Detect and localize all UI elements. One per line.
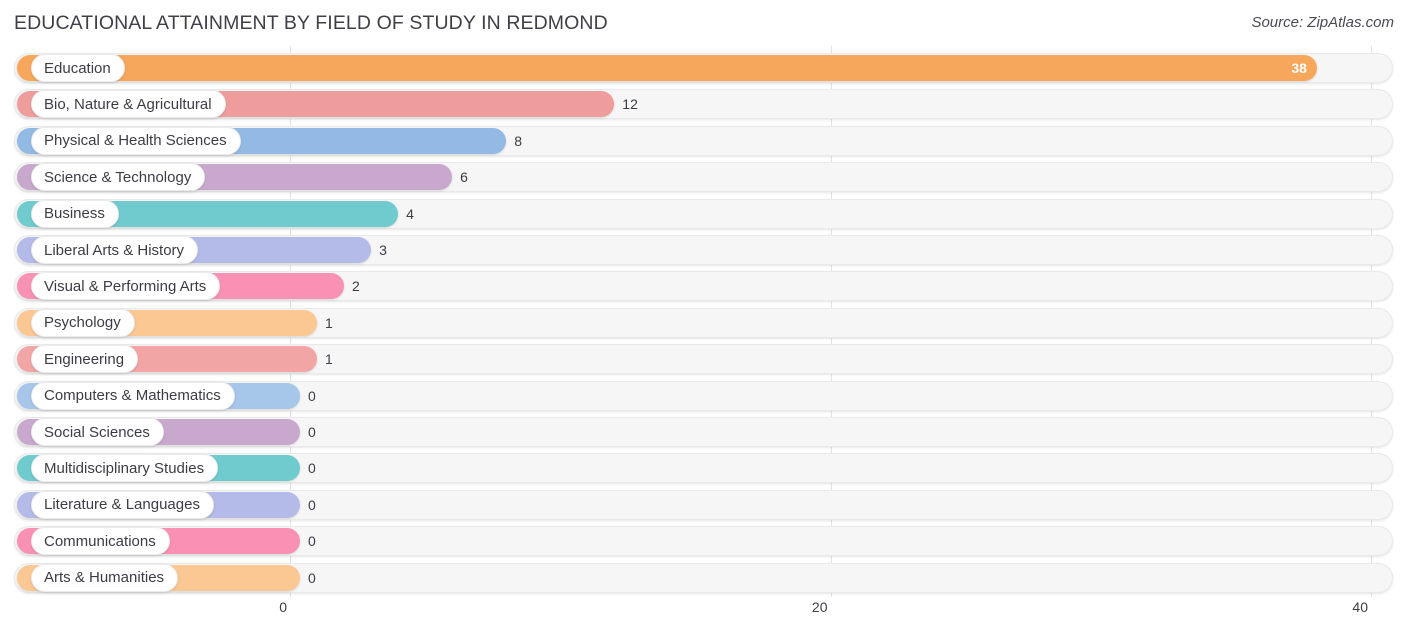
bar-row[interactable]: Arts & Humanities 0 bbox=[14, 562, 1393, 593]
bar-row[interactable]: Social Sciences 0 bbox=[14, 417, 1393, 447]
chart-plot-area: Education 38 Bio, Nature & Agricultural 12 P… bbox=[0, 46, 1406, 597]
category-label-text: Education bbox=[44, 59, 111, 77]
source-attribution: Source: ZipAtlas.com bbox=[1251, 14, 1394, 31]
bar-category-label: Bio, Nature & Agricultural bbox=[31, 90, 226, 119]
category-label-text: Computers & Mathematics bbox=[44, 387, 221, 405]
bar-row[interactable]: Business 4 bbox=[14, 198, 1393, 229]
bar-row[interactable]: Visual & Performing Arts 2 bbox=[14, 271, 1393, 302]
category-label-text: Business bbox=[44, 205, 105, 223]
bar-value-label: 1 bbox=[325, 314, 333, 331]
bar-value-label: 4 bbox=[406, 205, 414, 222]
bar-category-label: Computers & Mathematics bbox=[31, 381, 235, 410]
bar-row[interactable]: Physical & Health Sciences 8 bbox=[14, 125, 1393, 156]
category-label-text: Psychology bbox=[44, 314, 121, 332]
bar-value-label: 6 bbox=[460, 169, 468, 186]
bar-value-label: 3 bbox=[379, 242, 387, 258]
bar-category-label: Physical & Health Sciences bbox=[31, 126, 241, 155]
bar-category-label: Multidisciplinary Studies bbox=[31, 454, 219, 483]
x-tick-label: 0 bbox=[279, 599, 287, 615]
bar-row[interactable]: Bio, Nature & Agricultural 12 bbox=[14, 89, 1393, 120]
bar-row[interactable]: Engineering 1 bbox=[14, 344, 1393, 375]
category-label-text: Liberal Arts & History bbox=[44, 241, 185, 259]
chart-header: EDUCATIONAL ATTAINMENT BY FIELD OF STUDY… bbox=[0, 0, 1406, 46]
bar-category-label: Communications bbox=[31, 527, 170, 556]
bar-category-label: Psychology bbox=[31, 308, 135, 337]
bar[interactable] bbox=[17, 55, 1317, 81]
bar-row[interactable]: Psychology 1 bbox=[14, 307, 1393, 338]
category-label-text: Literature & Languages bbox=[44, 496, 200, 514]
x-axis: 0 20 40 bbox=[0, 597, 1406, 632]
category-label-text: Visual & Performing Arts bbox=[44, 277, 207, 295]
bar-category-label: Visual & Performing Arts bbox=[31, 272, 221, 301]
bar-category-label: Science & Technology bbox=[31, 163, 206, 192]
bar-row[interactable]: Communications 0 bbox=[14, 526, 1393, 557]
bar-category-label: Social Sciences bbox=[31, 418, 164, 446]
bar-value-label: 8 bbox=[514, 132, 522, 149]
category-label-text: Science & Technology bbox=[44, 168, 192, 186]
bar-row[interactable]: Science & Technology 6 bbox=[14, 162, 1393, 193]
bar-value-label: 1 bbox=[325, 351, 333, 368]
bar-row[interactable]: Education 38 bbox=[14, 53, 1393, 83]
category-label-text: Social Sciences bbox=[44, 423, 150, 441]
category-label-text: Bio, Nature & Agricultural bbox=[44, 95, 212, 113]
bar-category-label: Arts & Humanities bbox=[31, 563, 179, 592]
bar-value-label: 38 bbox=[1291, 60, 1307, 76]
category-label-text: Arts & Humanities bbox=[44, 569, 165, 587]
bar-value-label: 0 bbox=[308, 387, 316, 404]
bar-row[interactable]: Liberal Arts & History 3 bbox=[14, 235, 1393, 265]
category-label-text: Communications bbox=[44, 532, 156, 550]
bar-value-label: 0 bbox=[308, 569, 316, 586]
category-label-text: Physical & Health Sciences bbox=[44, 132, 227, 150]
bar-category-label: Engineering bbox=[31, 345, 139, 374]
bar-value-label: 0 bbox=[308, 533, 316, 550]
bar-row[interactable]: Literature & Languages 0 bbox=[14, 489, 1393, 520]
bar-value-label: 0 bbox=[308, 496, 316, 513]
bar-category-label: Business bbox=[31, 199, 119, 228]
x-tick-label: 20 bbox=[811, 599, 828, 615]
bar-category-label: Liberal Arts & History bbox=[31, 236, 199, 264]
bar-value-label: 2 bbox=[352, 278, 360, 295]
page-title: EDUCATIONAL ATTAINMENT BY FIELD OF STUDY… bbox=[14, 12, 608, 34]
category-label-text: Multidisciplinary Studies bbox=[44, 459, 205, 477]
bar-value-label: 12 bbox=[622, 96, 638, 113]
category-label-text: Engineering bbox=[44, 350, 125, 368]
bar-row[interactable]: Computers & Mathematics 0 bbox=[14, 380, 1393, 411]
bar-category-label: Education bbox=[31, 54, 125, 82]
bar-value-label: 0 bbox=[308, 460, 316, 477]
bar-value-label: 0 bbox=[308, 424, 316, 440]
bar-category-label: Literature & Languages bbox=[31, 490, 214, 519]
x-tick-label: 40 bbox=[1352, 599, 1368, 615]
bar-row[interactable]: Multidisciplinary Studies 0 bbox=[14, 453, 1393, 484]
